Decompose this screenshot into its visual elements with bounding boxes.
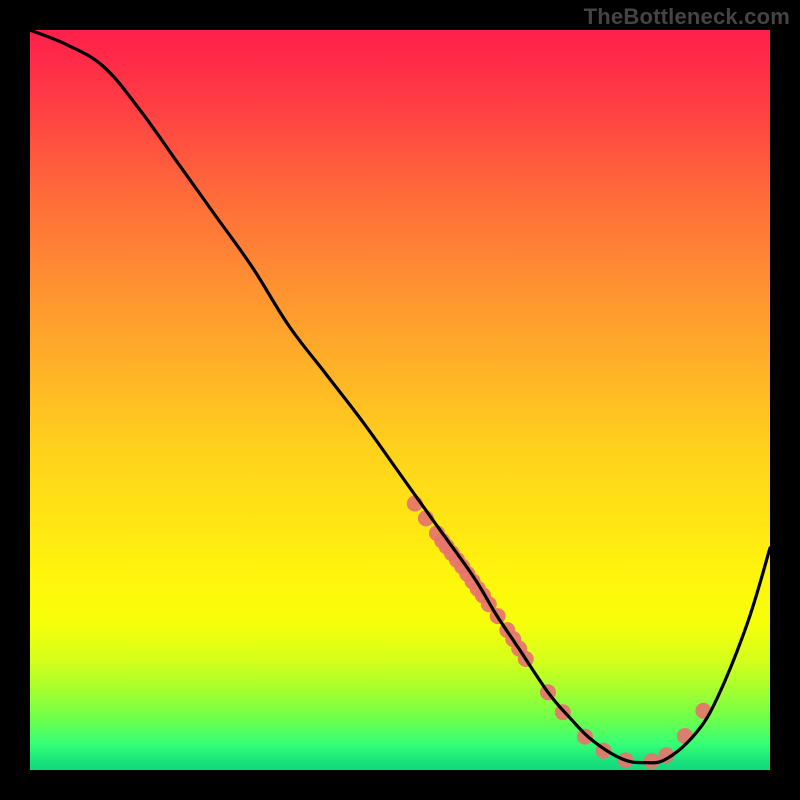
plot-svg bbox=[30, 30, 770, 770]
bottleneck-curve bbox=[30, 30, 770, 763]
dots-group bbox=[407, 496, 712, 770]
chart-frame: TheBottleneck.com bbox=[0, 0, 800, 800]
gradient-plot-area bbox=[30, 30, 770, 770]
watermark-text: TheBottleneck.com bbox=[584, 4, 790, 30]
sample-dot bbox=[577, 729, 593, 745]
